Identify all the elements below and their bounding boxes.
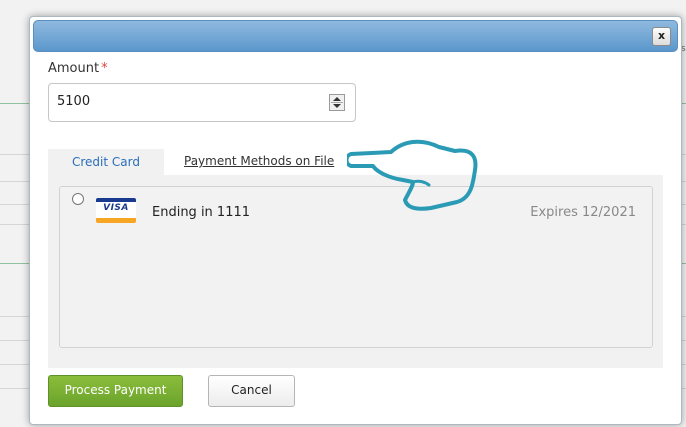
tab-credit-card[interactable]: Credit Card <box>48 149 164 175</box>
card-select-radio[interactable] <box>72 193 84 205</box>
card-description: Ending in 1111 <box>152 205 251 220</box>
hand-finger-line <box>411 179 431 187</box>
amount-label-text: Amount <box>48 61 100 76</box>
amount-input[interactable] <box>57 94 307 109</box>
required-indicator: * <box>101 61 108 76</box>
card-brand-text: VISA <box>103 203 129 213</box>
payment-modal: x Amount* Credit Card Payment Methods on… <box>29 16 682 425</box>
up-down-stepper-icon[interactable] <box>329 94 345 111</box>
pointing-hand-icon <box>347 139 478 211</box>
cancel-button[interactable]: Cancel <box>208 375 295 407</box>
visa-stripe-bottom <box>96 218 136 223</box>
card-expiry: Expires 12/2021 <box>530 205 636 220</box>
modal-titlebar[interactable]: x <box>33 20 678 52</box>
decrement-arrow-icon[interactable] <box>333 104 341 108</box>
visa-stripe-top <box>96 198 136 202</box>
visa-card-icon: VISA <box>96 198 136 223</box>
close-button[interactable]: x <box>652 27 671 46</box>
amount-label: Amount * <box>48 61 108 76</box>
hand-outline <box>347 139 478 211</box>
tab-payment-methods-on-file[interactable]: Payment Methods on File <box>184 154 334 168</box>
stepper-divider <box>331 102 343 103</box>
increment-arrow-icon[interactable] <box>333 97 341 101</box>
amount-field[interactable] <box>48 83 356 122</box>
process-payment-button[interactable]: Process Payment <box>48 375 183 407</box>
